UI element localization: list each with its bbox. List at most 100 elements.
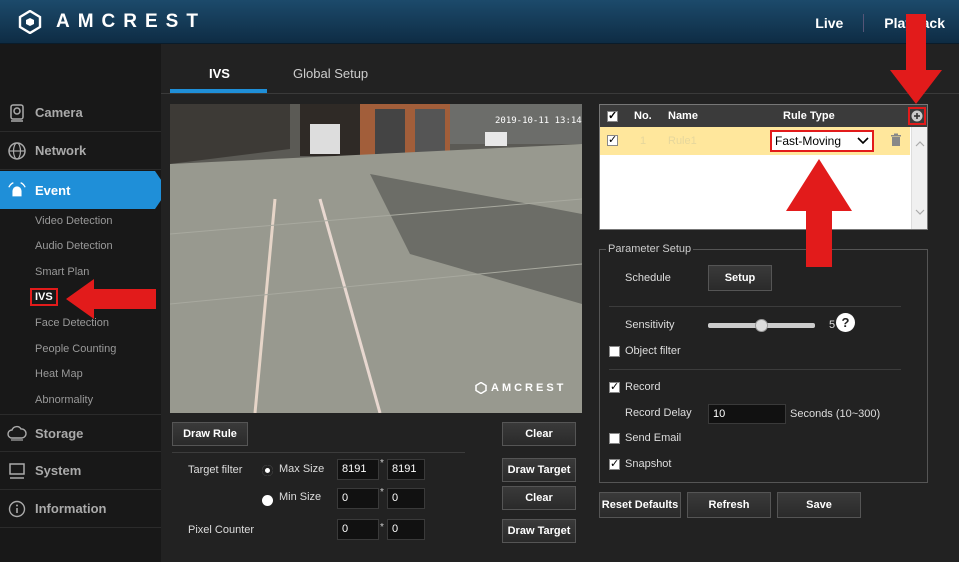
max-size-radio[interactable] [262, 465, 273, 476]
rule-type-select[interactable]: Fast-Moving [770, 130, 874, 152]
sidebar-item-label: Information [35, 501, 107, 516]
snapshot-label: Snapshot [625, 458, 672, 470]
tab-ivs[interactable]: IVS [209, 66, 230, 81]
draw-rule-button[interactable]: Draw Rule [172, 422, 248, 446]
dimension-separator: * [380, 458, 384, 469]
column-rule-type: Rule Type [783, 110, 835, 122]
video-watermark: AMCREST [475, 382, 566, 394]
parameter-setup-panel: Parameter Setup Schedule Setup Sensitivi… [599, 243, 928, 483]
video-timestamp: 2019-10-11 13:14 [495, 116, 582, 126]
amcrest-logo: AMCREST [18, 10, 206, 34]
scroll-up-icon[interactable] [915, 141, 925, 147]
rule-row-checkbox[interactable] [607, 133, 618, 146]
sidebar-sub-ivs[interactable]: IVS [30, 288, 58, 306]
help-icon[interactable]: ? [836, 313, 855, 332]
refresh-button[interactable]: Refresh [687, 492, 771, 518]
snapshot-checkbox[interactable] [609, 457, 620, 470]
pixel-width-input[interactable]: 0 [337, 519, 379, 540]
sidebar-item-system[interactable]: System [0, 452, 161, 490]
video-preview[interactable]: 2019-10-11 13:14 AMCREST [170, 104, 582, 413]
red-arrow-up-icon [786, 159, 852, 267]
draw-target-button-top[interactable]: Draw Target [502, 458, 576, 482]
sidebar-item-label: Event [35, 182, 71, 198]
send-email-checkbox[interactable] [609, 433, 620, 444]
schedule-setup-button[interactable]: Setup [708, 265, 772, 291]
pixel-height-input[interactable]: 0 [387, 519, 425, 540]
sidebar-item-label: Camera [35, 105, 83, 120]
video-watermark-text: AMCREST [491, 382, 567, 394]
param-divider [609, 306, 901, 307]
sidebar-sub-video-detection[interactable]: Video Detection [35, 215, 112, 227]
sidebar-sub-smart-plan[interactable]: Smart Plan [35, 266, 89, 278]
pixel-counter-label: Pixel Counter [188, 524, 255, 536]
cloud-storage-icon [7, 423, 27, 443]
tab-bar: IVS Global Setup [161, 44, 959, 94]
sidebar-item-network[interactable]: Network [0, 132, 161, 170]
min-size-label: Min Size [279, 491, 322, 503]
select-all-checkbox[interactable] [607, 109, 618, 122]
chevron-down-icon [857, 137, 869, 145]
sidebar-item-information[interactable]: Information [0, 490, 161, 528]
min-width-input[interactable]: 0 [337, 488, 379, 509]
parameter-setup-legend: Parameter Setup [606, 243, 694, 255]
add-rule-button[interactable] [908, 107, 926, 125]
column-name: Name [668, 110, 698, 122]
sidebar-item-event[interactable]: Event [0, 171, 168, 209]
max-size-label: Max Size [279, 463, 325, 475]
sensitivity-slider[interactable] [708, 319, 815, 332]
column-no: No. [634, 110, 652, 122]
sidebar-sub-people-counting[interactable]: People Counting [35, 343, 116, 355]
alarm-icon [7, 180, 27, 200]
min-height-input[interactable]: 0 [387, 488, 425, 509]
sensitivity-value: 5 [829, 319, 836, 331]
red-arrow-left-icon [66, 279, 156, 319]
record-label: Record [625, 381, 661, 393]
sidebar-item-storage[interactable]: Storage [0, 414, 161, 452]
amcrest-watermark-icon [475, 382, 487, 394]
record-checkbox[interactable] [609, 380, 620, 393]
sidebar-item-camera[interactable]: Camera [0, 94, 161, 132]
clear-button-top[interactable]: Clear [502, 422, 576, 446]
sensitivity-label: Sensitivity [625, 319, 675, 331]
object-filter-checkbox[interactable] [609, 346, 620, 357]
record-delay-input[interactable]: 10 [708, 404, 786, 424]
info-icon [7, 499, 27, 519]
camera-icon [7, 103, 27, 123]
max-width-input[interactable]: 8191 [337, 459, 379, 480]
sidebar-sub-abnormality[interactable]: Abnormality [35, 394, 93, 406]
trash-icon[interactable] [890, 133, 902, 147]
dimension-separator: * [380, 522, 384, 533]
top-bar: AMCREST Live Playback [0, 0, 959, 44]
tab-active-indicator [170, 89, 267, 93]
max-height-input[interactable]: 8191 [387, 459, 425, 480]
nav-divider [863, 14, 865, 32]
sidebar-sub-audio-detection[interactable]: Audio Detection [35, 240, 113, 252]
target-filter-label: Target filter [188, 464, 243, 476]
rule-type-value: Fast-Moving [775, 134, 842, 148]
sidebar-item-label: System [35, 463, 82, 478]
sidebar-item-label: Network [35, 143, 87, 158]
rule-number: 1 [640, 135, 647, 147]
red-arrow-down-icon [890, 14, 942, 104]
rule-table-scrollbar[interactable] [911, 127, 927, 229]
clear-button-bottom[interactable]: Clear [502, 486, 576, 510]
schedule-label: Schedule [625, 272, 671, 284]
nav-live[interactable]: Live [815, 15, 843, 31]
scroll-down-icon[interactable] [915, 209, 925, 215]
sensitivity-slider-knob[interactable] [755, 319, 768, 332]
network-globe-icon [7, 141, 27, 161]
rule-table: No. Name Rule Type 1 Rule1 Fast-Moving [599, 104, 928, 230]
record-delay-unit: Seconds (10~300) [790, 408, 881, 420]
table-row[interactable]: 1 Rule1 Fast-Moving [600, 127, 910, 155]
sidebar-sub-heat-map[interactable]: Heat Map [35, 368, 83, 380]
rule-table-header: No. Name Rule Type [600, 105, 927, 127]
reset-defaults-button[interactable]: Reset Defaults [599, 492, 681, 518]
save-button[interactable]: Save [777, 492, 861, 518]
min-size-radio[interactable] [262, 495, 273, 506]
draw-target-button-bottom[interactable]: Draw Target [502, 519, 576, 543]
brand-name: AMCREST [56, 11, 206, 32]
monitor-icon [7, 461, 27, 481]
tab-global-setup[interactable]: Global Setup [293, 66, 368, 81]
object-filter-label: Object filter [625, 345, 681, 357]
rule-name[interactable]: Rule1 [668, 135, 697, 147]
